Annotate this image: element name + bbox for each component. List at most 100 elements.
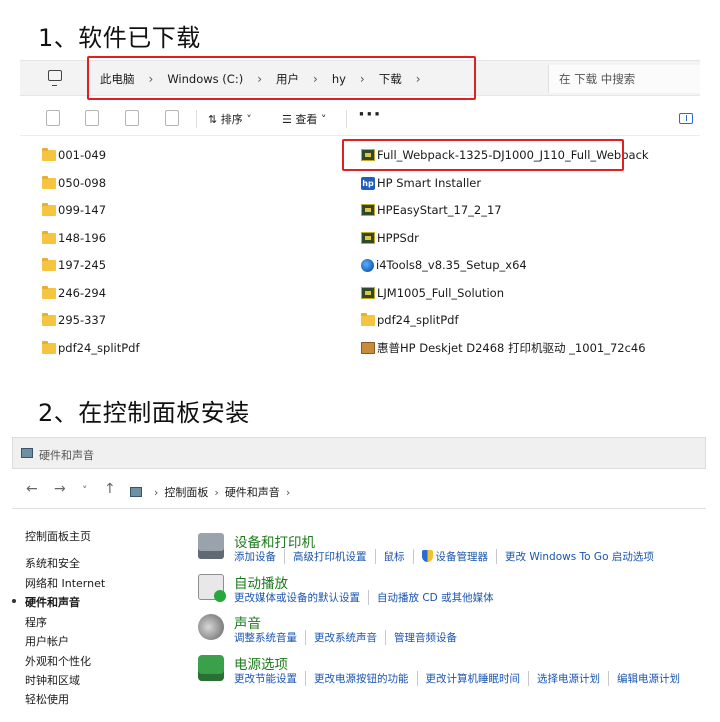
- folder-item[interactable]: 099-147: [42, 200, 106, 220]
- link-change-sounds[interactable]: 更改系统声音: [305, 630, 385, 645]
- folder-item[interactable]: 197-245: [42, 255, 106, 275]
- file-item[interactable]: pdf24_splitPdf: [361, 310, 459, 330]
- folder-item[interactable]: 295-337: [42, 310, 106, 330]
- link-manage-audio-devices[interactable]: 管理音频设备: [385, 630, 465, 645]
- step2-heading: 2、在控制面板安装: [38, 399, 250, 427]
- installer-icon: [361, 204, 375, 216]
- file-name: LJM1005_Full_Solution: [377, 286, 504, 300]
- folder-icon: [42, 202, 56, 216]
- sidebar-item-system-security[interactable]: 系统和安全: [25, 555, 80, 571]
- speaker-icon[interactable]: [198, 614, 224, 640]
- link-choose-power-plan[interactable]: 选择电源计划: [528, 671, 608, 686]
- toolbar-divider: [196, 110, 197, 128]
- folder-icon: [42, 285, 56, 299]
- link-adjust-volume[interactable]: 调整系统音量: [234, 630, 305, 645]
- rename-icon[interactable]: [85, 110, 99, 126]
- sidebar-item-network[interactable]: 网络和 Internet: [25, 575, 105, 591]
- folder-name: 001-049: [58, 148, 107, 162]
- category-links: 更改媒体或设备的默认设置 自动播放 CD 或其他媒体: [234, 590, 502, 605]
- file-item[interactable]: hp HP Smart Installer: [361, 173, 481, 193]
- more-options-button[interactable]: ···: [358, 104, 382, 125]
- window-title: 硬件和声音: [39, 449, 94, 462]
- copy-icon[interactable]: [46, 110, 60, 126]
- search-input[interactable]: 在 下载 中搜索: [548, 65, 700, 93]
- sidebar-item-appearance[interactable]: 外观和个性化: [25, 653, 91, 669]
- folder-icon: [42, 175, 56, 189]
- chevron-down-icon[interactable]: ˅: [82, 484, 88, 497]
- details-pane-icon[interactable]: [679, 113, 693, 124]
- delete-icon[interactable]: [165, 110, 179, 126]
- computer-icon[interactable]: [48, 70, 62, 86]
- file-item[interactable]: HPPSdr: [361, 228, 419, 248]
- sidebar-item-user-accounts[interactable]: 用户帐户: [25, 633, 69, 649]
- chevron-right-icon[interactable]: ›: [280, 486, 296, 499]
- up-arrow-icon[interactable]: ↑: [104, 481, 116, 497]
- link-power-saving[interactable]: 更改节能设置: [234, 671, 305, 686]
- file-name: 惠普HP Deskjet D2468 打印机驱动 _1001_72c46: [377, 341, 646, 355]
- sidebar-item-programs[interactable]: 程序: [25, 614, 47, 630]
- folder-icon: [42, 230, 56, 244]
- link-add-device[interactable]: 添加设备: [234, 549, 284, 564]
- sidebar-item-clock-region[interactable]: 时钟和区域: [25, 672, 80, 688]
- sidebar-item-ease-of-access[interactable]: 轻松使用: [25, 691, 69, 707]
- folder-item[interactable]: 246-294: [42, 283, 106, 303]
- cp-breadcrumb-control-panel[interactable]: 控制面板: [164, 484, 208, 500]
- folder-item[interactable]: 148-196: [42, 228, 106, 248]
- active-bullet-icon: [12, 599, 16, 603]
- file-name: pdf24_splitPdf: [377, 313, 459, 327]
- link-autoplay-cd[interactable]: 自动播放 CD 或其他媒体: [368, 590, 502, 605]
- file-item[interactable]: i4Tools8_v8.35_Setup_x64: [361, 255, 527, 275]
- link-device-manager[interactable]: 设备管理器: [412, 549, 497, 564]
- control-panel-icon: [21, 448, 33, 458]
- view-button[interactable]: ☰ 查看 ˅: [282, 111, 326, 127]
- folder-item[interactable]: pdf24_splitPdf: [42, 338, 140, 358]
- link-change-default-media[interactable]: 更改媒体或设备的默认设置: [234, 590, 368, 605]
- category-title[interactable]: 设备和打印机: [234, 531, 315, 551]
- category-title[interactable]: 自动播放: [234, 572, 288, 592]
- link-power-buttons[interactable]: 更改电源按钮的功能: [305, 671, 417, 686]
- folder-name: 050-098: [58, 176, 107, 190]
- autoplay-icon[interactable]: [198, 574, 226, 602]
- control-panel-icon: [130, 487, 142, 497]
- sort-label: 排序: [220, 113, 243, 126]
- folder-item[interactable]: 050-098: [42, 173, 106, 193]
- file-explorer: 此电脑 › Windows (C:) › 用户 › hy › 下载 › 在 下载…: [20, 56, 700, 372]
- sort-button[interactable]: ⇅ 排序 ˅: [208, 111, 252, 127]
- link-sleep-time[interactable]: 更改计算机睡眠时间: [416, 671, 529, 686]
- file-highlight: [342, 139, 624, 171]
- cp-breadcrumb-hardware-sound[interactable]: 硬件和声音: [225, 484, 280, 500]
- link-windows-to-go[interactable]: 更改 Windows To Go 启动选项: [496, 549, 662, 564]
- category-title[interactable]: 声音: [234, 612, 261, 632]
- link-label: 设备管理器: [435, 551, 489, 563]
- folder-name: pdf24_splitPdf: [58, 341, 140, 355]
- folder-item[interactable]: 001-049: [42, 145, 106, 165]
- file-name: HP Smart Installer: [377, 176, 482, 190]
- link-advanced-printer-setup[interactable]: 高级打印机设置: [284, 549, 375, 564]
- i4tools-icon: [361, 258, 374, 272]
- folder-name: 099-147: [58, 203, 107, 217]
- sidebar-item-hardware-sound[interactable]: 硬件和声音: [25, 594, 80, 610]
- folder-icon: [42, 147, 56, 161]
- share-icon[interactable]: [125, 110, 139, 126]
- power-icon[interactable]: [198, 655, 224, 681]
- file-name: HPPSdr: [377, 231, 419, 245]
- step1-heading: 1、软件已下载: [38, 24, 201, 52]
- link-mouse[interactable]: 鼠标: [374, 549, 413, 564]
- link-edit-power-plan[interactable]: 编辑电源计划: [608, 671, 688, 686]
- folder-name: 246-294: [58, 286, 107, 300]
- toolbar-divider: [346, 110, 347, 128]
- back-arrow-icon[interactable]: ←: [26, 481, 38, 497]
- file-item[interactable]: LJM1005_Full_Solution: [361, 283, 504, 303]
- folder-icon: [361, 312, 375, 326]
- printer-icon[interactable]: [198, 533, 224, 559]
- file-item[interactable]: 惠普HP Deskjet D2468 打印机驱动 _1001_72c46: [361, 338, 646, 358]
- chevron-right-icon[interactable]: ›: [208, 486, 224, 499]
- forward-arrow-icon[interactable]: →: [54, 481, 66, 497]
- cp-address-bar[interactable]: › 控制面板 › 硬件和声音 ›: [130, 481, 296, 503]
- sidebar-item-home[interactable]: 控制面板主页: [25, 528, 91, 544]
- view-label: 查看: [295, 113, 318, 126]
- file-name: HPEasyStart_17_2_17: [377, 203, 502, 217]
- chevron-right-icon[interactable]: ›: [148, 486, 164, 499]
- file-item[interactable]: HPEasyStart_17_2_17: [361, 200, 502, 220]
- category-title[interactable]: 电源选项: [234, 653, 288, 673]
